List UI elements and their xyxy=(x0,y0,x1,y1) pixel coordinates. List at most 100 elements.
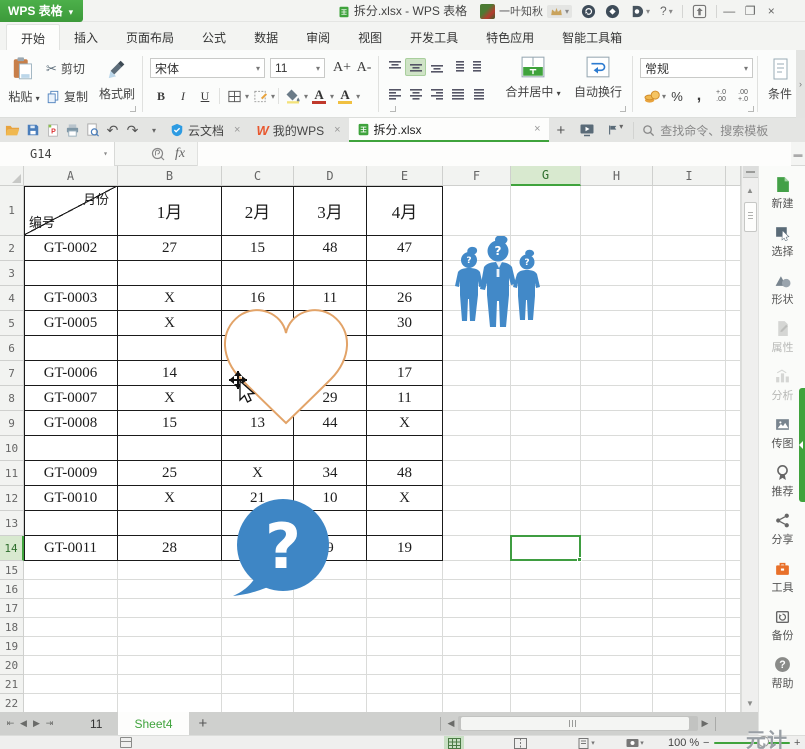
cell-G12[interactable] xyxy=(511,486,581,511)
cell-F7[interactable] xyxy=(443,361,511,386)
maximize-button[interactable]: ❐ xyxy=(742,0,759,22)
cell-I4[interactable] xyxy=(653,286,726,311)
cell-A4[interactable]: GT-0003 xyxy=(24,286,118,311)
cell-J6[interactable] xyxy=(726,336,741,361)
cell-I11[interactable] xyxy=(653,461,726,486)
scroll-up-icon[interactable]: ▲ xyxy=(742,182,758,198)
decrease-indent-button[interactable] xyxy=(447,58,468,76)
zoom-out-button[interactable]: − xyxy=(703,737,709,749)
cell-F9[interactable] xyxy=(443,411,511,436)
cell-E12[interactable]: X xyxy=(367,486,443,511)
cell-J18[interactable] xyxy=(726,618,741,637)
cell-E4[interactable]: 26 xyxy=(367,286,443,311)
menu-tab-页面布局[interactable]: 页面布局 xyxy=(112,24,188,50)
format-painter-button[interactable]: 格式刷 xyxy=(96,58,138,102)
formula-bar-collapse[interactable]: ▬ xyxy=(791,149,805,159)
cell-D18[interactable] xyxy=(294,618,367,637)
row-header-8[interactable]: 8 xyxy=(0,386,24,411)
cell-E16[interactable] xyxy=(367,580,443,599)
scroll-right-icon[interactable]: ▶ xyxy=(698,718,712,729)
grow-font-button[interactable]: A+ xyxy=(331,58,353,78)
column-header-G[interactable]: G xyxy=(511,166,581,186)
feedback-icon[interactable] xyxy=(581,4,596,19)
cell-A19[interactable] xyxy=(24,637,118,656)
ribbon-overflow-chevron[interactable]: › xyxy=(796,50,805,118)
number-group-expander[interactable] xyxy=(748,106,754,112)
cell-F19[interactable] xyxy=(443,637,511,656)
cell-F22[interactable] xyxy=(443,694,511,712)
sidebar-item-形状[interactable]: 形状 xyxy=(759,272,805,307)
cell-I16[interactable] xyxy=(653,580,726,599)
cell-A15[interactable] xyxy=(24,561,118,580)
cell-G11[interactable] xyxy=(511,461,581,486)
cell-E11[interactable]: 48 xyxy=(367,461,443,486)
print-preview-icon[interactable] xyxy=(84,122,101,139)
cell-H4[interactable] xyxy=(581,286,653,311)
align-left-button[interactable] xyxy=(384,86,405,104)
cell-B1[interactable]: 1月 xyxy=(118,186,222,236)
doc-tab-拆分.xlsx[interactable]: 拆分.xlsx× xyxy=(349,118,549,142)
valign-bottom-button[interactable] xyxy=(426,58,447,76)
cell-D10[interactable] xyxy=(294,436,367,461)
valign-top-button[interactable] xyxy=(384,58,405,76)
shading-button[interactable] xyxy=(249,86,271,106)
column-header-partial[interactable] xyxy=(726,166,741,186)
open-folder-icon[interactable] xyxy=(4,122,21,139)
row-header-18[interactable]: 18 xyxy=(0,618,24,637)
vip-button[interactable]: ▾ xyxy=(547,5,572,18)
cell-H21[interactable] xyxy=(581,675,653,694)
cell-E10[interactable] xyxy=(367,436,443,461)
column-header-C[interactable]: C xyxy=(222,166,294,186)
cell-C1[interactable]: 2月 xyxy=(222,186,294,236)
add-sheet-button[interactable]: + xyxy=(189,715,218,732)
help-menu[interactable]: ? xyxy=(660,4,667,18)
last-sheet-button[interactable]: ⇥ xyxy=(43,718,56,729)
cell-G6[interactable] xyxy=(511,336,581,361)
cell-J19[interactable] xyxy=(726,637,741,656)
increase-indent-button[interactable] xyxy=(468,58,489,76)
highlight-button[interactable]: A xyxy=(334,86,356,106)
cell-B14[interactable]: 28 xyxy=(118,536,222,561)
cell-A6[interactable] xyxy=(24,336,118,361)
cell-B17[interactable] xyxy=(118,599,222,618)
row-header-5[interactable]: 5 xyxy=(0,311,24,336)
row-header-4[interactable]: 4 xyxy=(0,286,24,311)
menu-tab-开始[interactable]: 开始 xyxy=(6,24,60,50)
cell-J20[interactable] xyxy=(726,656,741,675)
cell-H10[interactable] xyxy=(581,436,653,461)
sidebar-item-选择[interactable]: 选择 xyxy=(759,224,805,259)
shrink-font-button[interactable]: A- xyxy=(353,58,375,78)
cell-A13[interactable] xyxy=(24,511,118,536)
vertical-scrollbar[interactable]: ▲ ▼ xyxy=(741,166,758,712)
cell-I2[interactable] xyxy=(653,236,726,261)
align-right-button[interactable] xyxy=(426,86,447,104)
cell-A20[interactable] xyxy=(24,656,118,675)
number-format-select[interactable]: 常规▾ xyxy=(640,58,753,78)
column-header-I[interactable]: I xyxy=(653,166,726,186)
question-bubble-shape[interactable]: ? xyxy=(231,498,335,598)
menu-tab-数据[interactable]: 数据 xyxy=(240,24,292,50)
column-header-F[interactable]: F xyxy=(443,166,511,186)
copy-button[interactable]: 复制 xyxy=(46,88,88,105)
cell-A8[interactable]: GT-0007 xyxy=(24,386,118,411)
cell-H2[interactable] xyxy=(581,236,653,261)
cell-C10[interactable] xyxy=(222,436,294,461)
reading-view-button[interactable]: ▾ xyxy=(625,736,645,749)
docer-icon[interactable] xyxy=(629,4,644,19)
cell-I15[interactable] xyxy=(653,561,726,580)
cell-G21[interactable] xyxy=(511,675,581,694)
row-header-12[interactable]: 12 xyxy=(0,486,24,511)
column-header-B[interactable]: B xyxy=(118,166,222,186)
cell-C22[interactable] xyxy=(222,694,294,712)
cell-C3[interactable] xyxy=(222,261,294,286)
sidebar-item-帮助[interactable]: ?帮助 xyxy=(759,656,805,691)
sheet-tab-11[interactable]: 11 xyxy=(74,712,118,735)
cell-A14[interactable]: GT-0011 xyxy=(24,536,118,561)
name-box[interactable]: G14▾ xyxy=(0,142,115,166)
cell-J14[interactable] xyxy=(726,536,741,561)
cell-I6[interactable] xyxy=(653,336,726,361)
row-header-2[interactable]: 2 xyxy=(0,236,24,261)
cell-I10[interactable] xyxy=(653,436,726,461)
cell-E19[interactable] xyxy=(367,637,443,656)
wrap-text-button[interactable]: 自动换行 xyxy=(570,56,626,100)
